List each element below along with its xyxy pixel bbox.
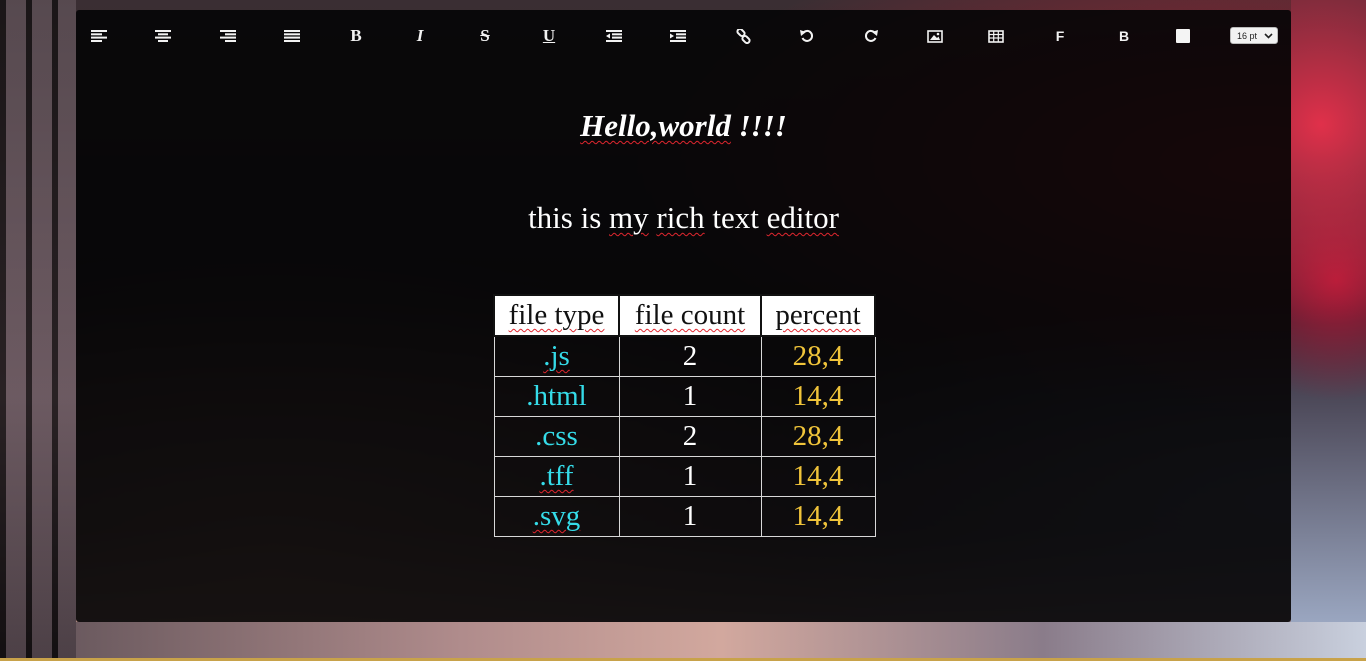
header-file-count: file count [634,299,746,331]
align-justify-icon [284,30,300,42]
redo-icon [864,29,878,42]
table-header-cell[interactable]: file count [618,294,762,337]
table-cell[interactable]: .tff [493,456,620,497]
header-percent: percent [775,299,861,331]
table-cell[interactable]: .svg [493,496,620,537]
table-cell[interactable]: 14,4 [760,376,876,417]
editor-toolbar: B I S U F B 16 pt [76,10,1291,62]
align-left-button[interactable] [85,24,113,48]
table-cell[interactable]: 1 [618,456,762,497]
insert-image-button[interactable] [921,24,949,48]
align-center-icon [155,30,171,42]
paragraph-word: editor [766,200,839,235]
table-cell[interactable]: 14,4 [760,496,876,537]
paragraph-word: text [704,200,767,235]
bold-label: B [350,26,362,45]
editor-content-area[interactable]: Hello,world !!!! this is my rich text ed… [76,62,1291,622]
table-row: .css 2 28,4 [493,416,876,457]
align-left-icon [91,30,107,42]
table-row: .svg 1 14,4 [493,496,876,537]
table-cell[interactable]: 1 [618,496,762,537]
background-color-button[interactable]: B [1110,24,1138,48]
align-right-icon [220,30,236,42]
paragraph-word: is [572,200,610,235]
rich-text-editor: B I S U F B 16 pt Hello,world !!!! this … [76,10,1291,622]
cell-file-type: .tff [539,460,574,492]
table-header-row: file type file count percent [493,294,876,337]
table-row: .js 2 28,4 [493,335,876,377]
paragraph-word: my [609,200,649,235]
table-cell[interactable]: 28,4 [760,335,876,377]
background-window-frame [0,0,76,661]
underline-button[interactable]: U [535,24,563,48]
background-red-foliage [1291,0,1366,622]
insert-table-button[interactable] [982,24,1010,48]
table-cell[interactable]: 2 [618,416,762,457]
table-icon [988,29,1004,43]
undo-icon [800,29,814,42]
italic-label: I [416,26,424,45]
background-floor [76,622,1366,661]
indent-icon [670,30,686,42]
underline-label: U [542,26,556,45]
image-icon [927,29,943,43]
align-justify-button[interactable] [278,24,306,48]
indent-button[interactable] [664,24,692,48]
header-file-type: file type [508,299,605,331]
chevron-down-icon [1264,32,1273,39]
font-color-button[interactable]: F [1046,24,1074,48]
font-size-select[interactable]: 16 pt [1230,27,1278,44]
table-cell[interactable]: 1 [618,376,762,417]
background-color-label: B [1118,28,1130,44]
bold-button[interactable]: B [342,24,370,48]
italic-button[interactable]: I [406,24,434,48]
table-row: .html 1 14,4 [493,376,876,417]
table-row: .tff 1 14,4 [493,456,876,497]
table-header-cell[interactable]: file type [493,294,620,337]
heading-word: !!!! [730,108,787,143]
font-size-value: 16 pt [1237,30,1258,41]
strikethrough-button[interactable]: S [471,24,499,48]
redo-button[interactable] [857,24,885,48]
color-swatch [1176,29,1190,43]
link-icon [735,28,751,44]
align-right-button[interactable] [214,24,242,48]
font-color-label: F [1055,28,1065,44]
paragraph-word: this [528,200,573,235]
outdent-icon [606,30,622,42]
table-cell[interactable]: 14,4 [760,456,876,497]
table-cell[interactable]: 2 [618,335,762,377]
strikethrough-label: S [480,26,490,45]
cell-file-type: .svg [532,500,581,532]
color-picker-button[interactable] [1169,24,1197,48]
table-cell[interactable]: .html [493,376,620,417]
table-cell[interactable]: 28,4 [760,416,876,457]
table-cell[interactable]: .js [493,335,620,377]
paragraph-word: rich [656,200,705,235]
table-cell[interactable]: .css [493,416,620,457]
file-table: file type file count percent .js 2 28,4 … [493,294,876,537]
outdent-button[interactable] [600,24,628,48]
heading-word: Hello,world [580,108,731,143]
cell-file-type: .js [543,340,570,372]
align-center-button[interactable] [149,24,177,48]
link-button[interactable] [729,24,757,48]
document-heading: Hello,world !!!! [76,108,1291,144]
document-paragraph: this is my rich text editor [76,200,1291,236]
table-header-cell[interactable]: percent [760,294,876,337]
undo-button[interactable] [793,24,821,48]
